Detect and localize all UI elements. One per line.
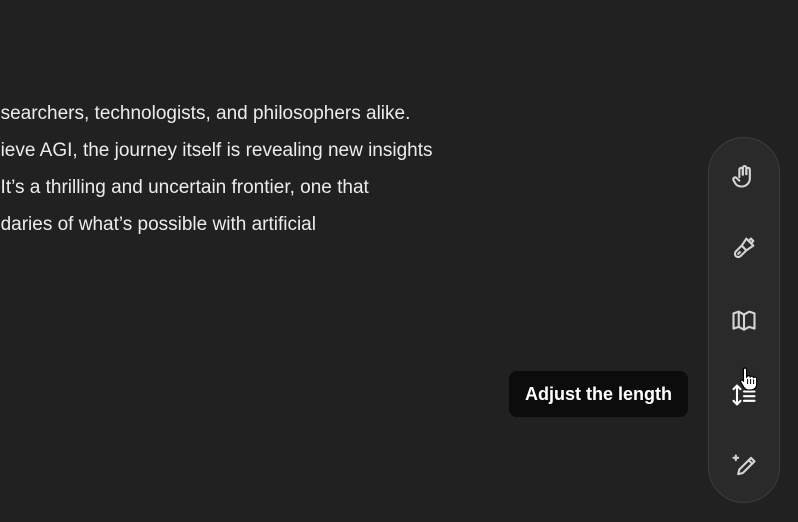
edit-suggest-button[interactable] bbox=[726, 448, 762, 484]
book-icon bbox=[732, 310, 756, 331]
adjust-length-tooltip: Adjust the length bbox=[509, 371, 688, 417]
text-line: hieve AGI, the journey itself is reveali… bbox=[0, 140, 433, 161]
document-text: esearchers, technologists, and philosoph… bbox=[0, 95, 510, 243]
writing-tools-toolbar bbox=[708, 137, 780, 503]
hand-button[interactable] bbox=[726, 158, 762, 194]
hand-icon bbox=[732, 165, 751, 188]
text-line: esearchers, technologists, and philosoph… bbox=[0, 103, 411, 124]
style-brush-button[interactable] bbox=[726, 230, 762, 266]
paintbrush-icon bbox=[733, 237, 755, 259]
text-line: ndaries of what’s possible with artifici… bbox=[0, 214, 316, 235]
reading-level-button[interactable] bbox=[726, 303, 762, 339]
hand-cursor-icon bbox=[739, 367, 758, 391]
canvas-view: esearchers, technologists, and philosoph… bbox=[0, 0, 798, 522]
text-line: . It’s a thrilling and uncertain frontie… bbox=[0, 177, 369, 198]
pencil-sparkle-icon bbox=[732, 454, 756, 476]
